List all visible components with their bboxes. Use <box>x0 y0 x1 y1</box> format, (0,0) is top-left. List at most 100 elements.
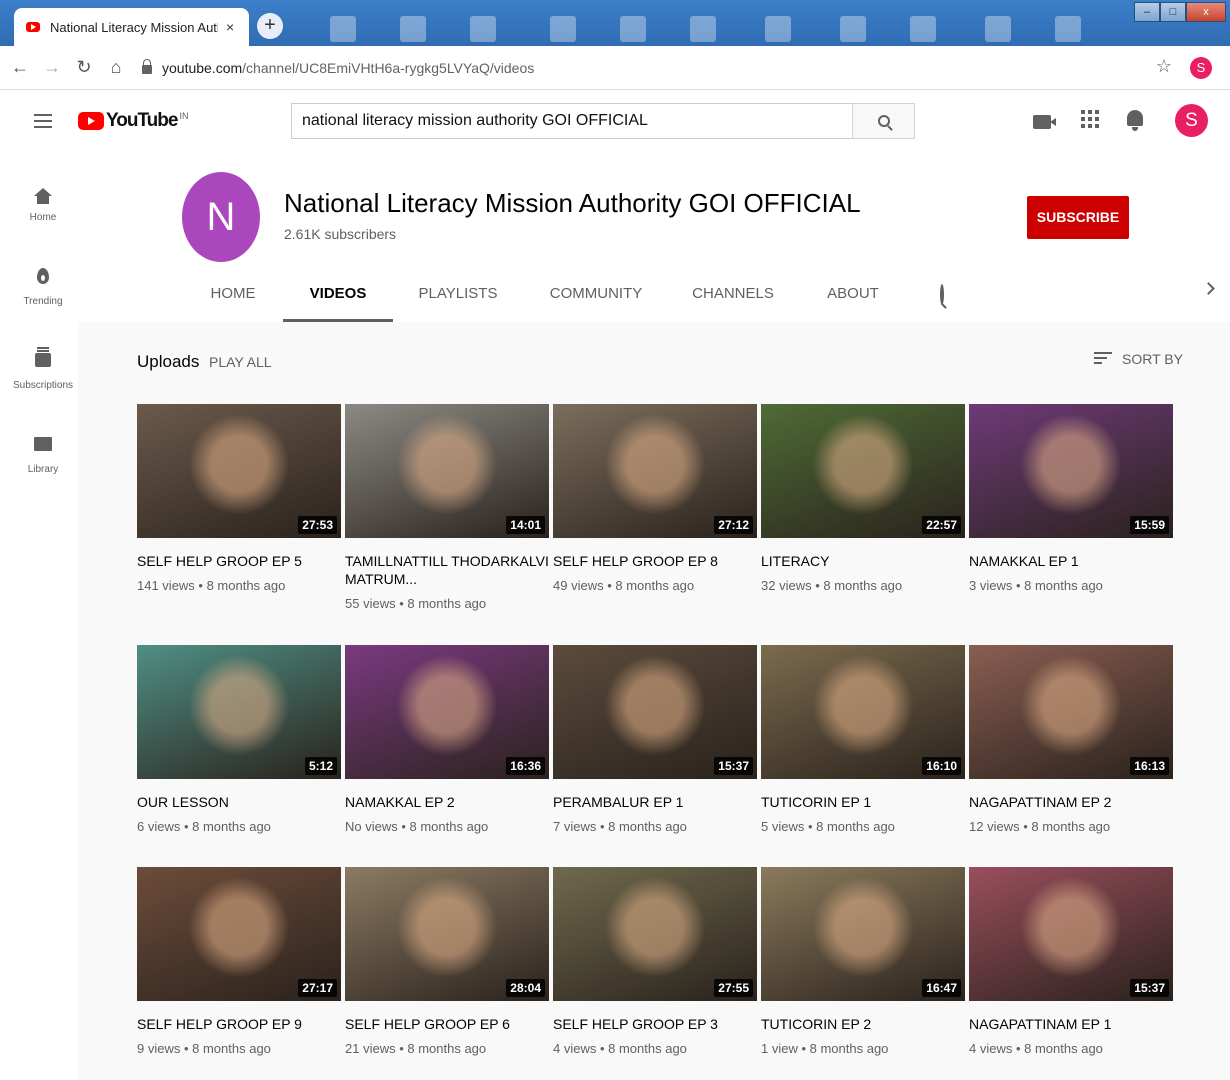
video-card[interactable]: 16:10 TUTICORIN EP 1 5 views • 8 months ag… <box>761 645 965 834</box>
video-thumbnail[interactable]: 27:55 <box>553 867 757 1001</box>
video-title[interactable]: NAGAPATTINAM EP 1 <box>969 1015 1173 1033</box>
video-thumbnail[interactable]: 16:36 <box>345 645 549 779</box>
video-title[interactable]: OUR LESSON <box>137 793 341 811</box>
video-duration: 27:17 <box>298 979 337 997</box>
video-card[interactable]: 27:17 SELF HELP GROOP EP 9 9 views • 8 mon… <box>137 867 341 1056</box>
play-all-button[interactable]: PLAY ALL <box>209 354 272 370</box>
trending-icon <box>37 268 49 284</box>
video-duration: 16:47 <box>922 979 961 997</box>
video-title[interactable]: TUTICORIN EP 1 <box>761 793 965 811</box>
video-meta: No views • 8 months ago <box>345 819 489 834</box>
video-title[interactable]: TUTICORIN EP 2 <box>761 1015 965 1033</box>
channel-header: N National Literacy Mission Authority GO… <box>78 154 1230 322</box>
sidebar-item-label: Subscriptions <box>12 380 74 391</box>
video-thumbnail[interactable]: 5:12 <box>137 645 341 779</box>
tab-community[interactable]: COMMUNITY <box>548 272 644 322</box>
video-title[interactable]: LITERACY <box>761 552 965 570</box>
video-title[interactable]: SELF HELP GROOP EP 8 <box>553 552 757 570</box>
video-card[interactable]: 27:12 SELF HELP GROOP EP 8 49 views • 8 mo… <box>553 404 757 593</box>
video-thumbnail[interactable]: 27:17 <box>137 867 341 1001</box>
video-thumbnail[interactable]: 16:47 <box>761 867 965 1001</box>
search-button[interactable] <box>852 103 915 139</box>
video-title[interactable]: SELF HELP GROOP EP 6 <box>345 1015 549 1033</box>
video-title[interactable]: NAMAKKAL EP 1 <box>969 552 1173 570</box>
video-thumbnail[interactable]: 22:57 <box>761 404 965 538</box>
video-card[interactable]: 22:57 LITERACY 32 views • 8 months ago <box>761 404 965 593</box>
tab-videos[interactable]: VIDEOS <box>283 272 393 322</box>
home-nav-icon[interactable]: ⌂ <box>104 57 128 78</box>
search-input[interactable]: national literacy mission authority GOI … <box>291 103 853 139</box>
video-thumbnail[interactable]: 28:04 <box>345 867 549 1001</box>
channel-name: National Literacy Mission Authority GOI … <box>284 188 861 218</box>
video-title[interactable]: SELF HELP GROOP EP 5 <box>137 552 341 570</box>
video-title[interactable]: TAMILLNATTILL THODARKALVI MATRUM... <box>345 552 549 588</box>
library-icon <box>34 437 52 451</box>
video-card[interactable]: 5:12 OUR LESSON 6 views • 8 months ago <box>137 645 341 834</box>
tab-channels[interactable]: CHANNELS <box>692 272 774 322</box>
channel-avatar[interactable]: N <box>182 172 260 262</box>
subscribe-button[interactable]: SUBSCRIBE <box>1027 196 1129 239</box>
url-field[interactable]: youtube.com/channel/UC8EmiVHtH6a-rygkg5L… <box>142 59 534 76</box>
video-thumbnail[interactable]: 27:12 <box>553 404 757 538</box>
apps-grid-icon[interactable] <box>1081 110 1099 128</box>
video-thumbnail[interactable]: 14:01 <box>345 404 549 538</box>
channel-tabs: HOME VIDEOS PLAYLISTS COMMUNITY CHANNELS… <box>78 272 1230 322</box>
notifications-bell-icon[interactable] <box>1127 110 1143 131</box>
video-title[interactable]: SELF HELP GROOP EP 3 <box>553 1015 757 1033</box>
video-card[interactable]: 15:37 NAGAPATTINAM EP 1 4 views • 8 months… <box>969 867 1173 1056</box>
video-duration: 27:55 <box>714 979 753 997</box>
video-card[interactable]: 28:04 SELF HELP GROOP EP 6 21 views • 8 mo… <box>345 867 549 1056</box>
sidebar-item-subscriptions[interactable]: Subscriptions <box>0 347 86 391</box>
video-meta: 7 views • 8 months ago <box>553 819 687 834</box>
video-card[interactable]: 14:01 TAMILLNATTILL THODARKALVI MATRUM...… <box>345 404 549 611</box>
video-duration: 22:57 <box>922 516 961 534</box>
video-title[interactable]: PERAMBALUR EP 1 <box>553 793 757 811</box>
back-icon[interactable]: ← <box>8 57 32 78</box>
video-thumbnail[interactable]: 15:59 <box>969 404 1173 538</box>
close-window-icon[interactable]: x <box>1186 2 1226 22</box>
taskbar-thumbnail <box>550 16 576 42</box>
channel-search-button[interactable] <box>940 284 944 305</box>
reload-icon[interactable]: ↻ <box>72 57 96 78</box>
video-card[interactable]: 16:13 NAGAPATTINAM EP 2 12 views • 8 month… <box>969 645 1173 834</box>
browser-tab[interactable]: National Literacy Mission Author × <box>14 8 249 46</box>
video-title[interactable]: NAGAPATTINAM EP 2 <box>969 793 1173 811</box>
video-card[interactable]: 16:36 NAMAKKAL EP 2 No views • 8 months ag… <box>345 645 549 834</box>
maximize-icon[interactable]: □ <box>1160 2 1186 22</box>
new-tab-button[interactable]: + <box>257 13 283 39</box>
video-duration: 5:12 <box>304 757 337 775</box>
sidebar-item-label: Trending <box>23 296 63 307</box>
video-card[interactable]: 15:37 PERAMBALUR EP 1 7 views • 8 months a… <box>553 645 757 834</box>
video-title[interactable]: SELF HELP GROOP EP 9 <box>137 1015 341 1033</box>
sidebar-item-trending[interactable]: Trending <box>0 264 86 307</box>
create-video-icon[interactable] <box>1033 115 1056 129</box>
browser-profile-avatar[interactable]: S <box>1190 57 1212 79</box>
bookmark-star-icon[interactable]: ☆ <box>1156 56 1172 77</box>
video-meta: 6 views • 8 months ago <box>137 819 271 834</box>
tab-playlists[interactable]: PLAYLISTS <box>418 272 498 322</box>
sort-by-button[interactable]: SORT BY <box>1094 351 1183 367</box>
menu-icon[interactable] <box>34 114 52 132</box>
video-thumbnail[interactable]: 15:37 <box>969 867 1173 1001</box>
tab-about[interactable]: ABOUT <box>826 272 880 322</box>
video-thumbnail[interactable]: 16:10 <box>761 645 965 779</box>
minimize-icon[interactable]: – <box>1134 2 1160 22</box>
account-avatar[interactable]: S <box>1175 104 1208 137</box>
sidebar-item-home[interactable]: Home <box>0 180 86 223</box>
tab-close-icon[interactable]: × <box>226 19 234 35</box>
video-title[interactable]: NAMAKKAL EP 2 <box>345 793 549 811</box>
left-sidebar: Home Trending Subscriptions Library <box>0 154 78 1080</box>
video-thumbnail[interactable]: 16:13 <box>969 645 1173 779</box>
sidebar-item-library[interactable]: Library <box>0 432 86 475</box>
taskbar-thumbnail <box>985 16 1011 42</box>
video-card[interactable]: 27:53 SELF HELP GROOP EP 5 141 views • 8 m… <box>137 404 341 593</box>
video-thumbnail[interactable]: 15:37 <box>553 645 757 779</box>
url-host: youtube.com <box>162 59 243 76</box>
video-card[interactable]: 16:47 TUTICORIN EP 2 1 view • 8 months ago <box>761 867 965 1056</box>
tab-home[interactable]: HOME <box>204 272 262 322</box>
video-card[interactable]: 15:59 NAMAKKAL EP 1 3 views • 8 months ago <box>969 404 1173 593</box>
forward-icon[interactable]: → <box>40 57 64 78</box>
video-thumbnail[interactable]: 27:53 <box>137 404 341 538</box>
youtube-logo[interactable]: YouTube IN <box>78 110 188 132</box>
video-card[interactable]: 27:55 SELF HELP GROOP EP 3 4 views • 8 mon… <box>553 867 757 1056</box>
